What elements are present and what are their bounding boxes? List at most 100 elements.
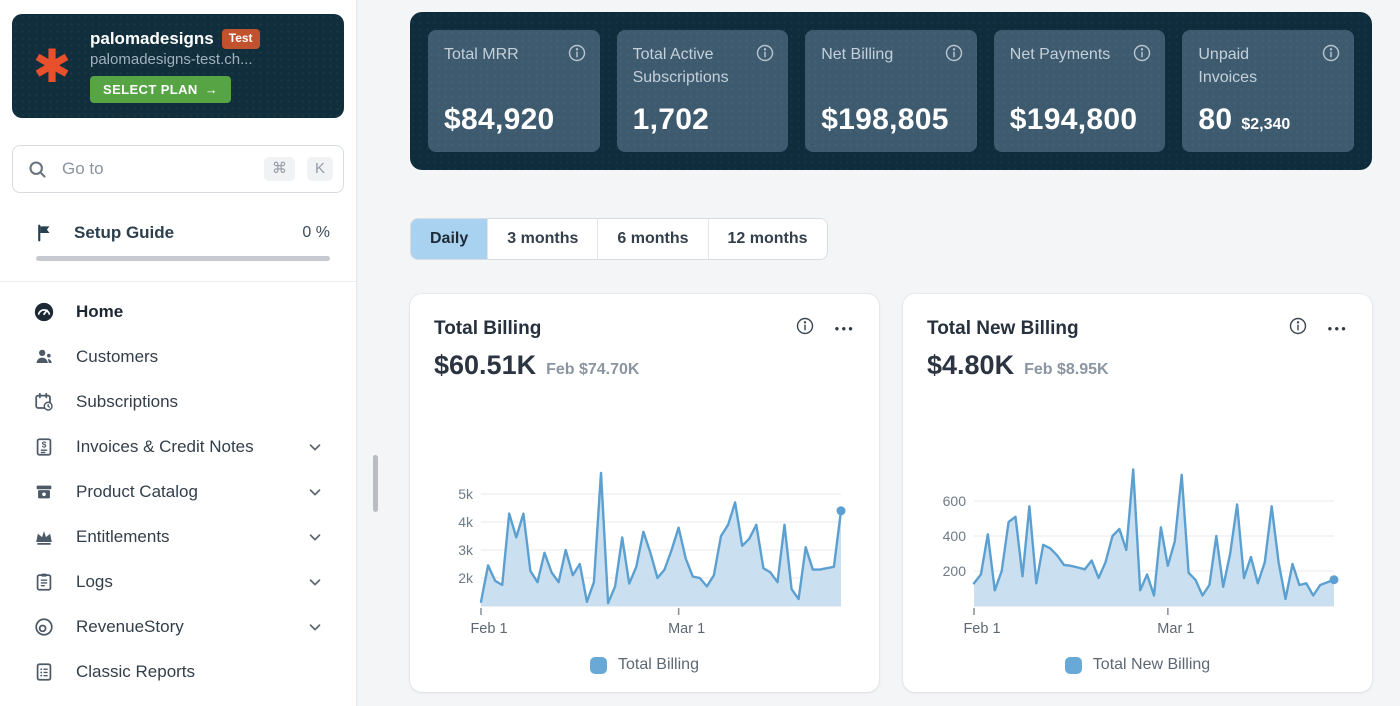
tab-daily[interactable]: Daily [411, 219, 487, 259]
svg-text:5k: 5k [458, 486, 474, 502]
select-plan-label: SELECT PLAN [103, 82, 198, 97]
setup-guide-progress-bar [36, 256, 330, 261]
global-search[interactable]: ⌘ K [12, 145, 344, 193]
stat-value: $84,920 [444, 103, 555, 137]
chart-current-value: $60.51K [434, 350, 536, 381]
stat-value: 80 [1198, 103, 1232, 137]
stat-label: Net Payments [1010, 43, 1150, 66]
chart-area: 2k3k4k5kFeb 1Mar 1 [434, 454, 855, 644]
sidebar-item-label: Classic Reports [76, 662, 195, 682]
chevron-down-icon [306, 573, 324, 591]
chevron-down-icon [306, 483, 324, 501]
tab-3-months[interactable]: 3 months [487, 219, 597, 259]
sidebar-item-home[interactable]: Home [16, 289, 340, 334]
brand-name: palomadesigns [90, 29, 214, 49]
logs-icon [32, 570, 56, 594]
chart-card-title: Total New Billing [927, 318, 1079, 340]
stat-sub-value: $2,340 [1241, 116, 1290, 134]
chart-card-total-billing: Total Billing●●●$60.51KFeb $74.70K2k3k4k… [410, 294, 879, 692]
classic-reports-icon [32, 660, 56, 684]
stat-value: $198,805 [821, 103, 949, 137]
svg-text:Mar 1: Mar 1 [668, 621, 705, 637]
revenuestory-icon [32, 615, 56, 639]
setup-guide-label: Setup Guide [74, 223, 174, 243]
sidebar-item-revenuestory[interactable]: RevenueStory [16, 604, 340, 649]
area-chart: 2k3k4k5kFeb 1Mar 1 [435, 454, 855, 644]
flag-icon [34, 222, 54, 244]
sidebar-item-label: Home [76, 302, 123, 322]
sidebar-item-label: Logs [76, 572, 113, 592]
entitlements-icon [32, 525, 56, 549]
info-icon[interactable] [567, 43, 587, 68]
chart-cards-row: Total Billing●●●$60.51KFeb $74.70K2k3k4k… [410, 294, 1372, 692]
setup-guide-progress-text: 0 % [302, 224, 330, 242]
svg-text:3k: 3k [458, 542, 474, 558]
more-options-icon[interactable]: ●●● [1328, 324, 1349, 333]
main-content: Total MRR$84,920Total Active Subscriptio… [357, 0, 1400, 706]
chevron-down-icon [306, 528, 324, 546]
info-icon[interactable] [1321, 43, 1341, 68]
product-catalog-icon [32, 480, 56, 504]
select-plan-button[interactable]: SELECT PLAN → [90, 76, 231, 103]
sidebar-item-label: Customers [76, 347, 158, 367]
scrollbar-thumb[interactable] [373, 455, 378, 512]
invoices-icon: $ [32, 435, 56, 459]
search-input[interactable] [60, 158, 252, 180]
brand-card[interactable]: ✱ palomadesigns Test palomadesigns-test.… [12, 14, 344, 118]
info-icon[interactable] [1132, 43, 1152, 68]
more-options-icon[interactable]: ●●● [835, 324, 856, 333]
sidebar-item-entitlements[interactable]: Entitlements [16, 514, 340, 559]
subscriptions-icon [32, 390, 56, 414]
chart-card-title: Total Billing [434, 318, 541, 340]
sidebar-item-classic-reports[interactable]: Classic Reports [16, 649, 340, 694]
sidebar-item-label: Product Catalog [76, 482, 198, 502]
stats-panel: Total MRR$84,920Total Active Subscriptio… [410, 12, 1372, 170]
chart-current-value: $4.80K [927, 350, 1014, 381]
chart-card-total-new-billing: Total New Billing●●●$4.80KFeb $8.95K2004… [903, 294, 1372, 692]
sidebar-item-label: Subscriptions [76, 392, 178, 412]
stat-label: Net Billing [821, 43, 961, 66]
brand-logo-icon: ✱ [26, 43, 78, 89]
stat-card-total-mrr: Total MRR $84,920 [428, 30, 600, 152]
sidebar-item-product-catalog[interactable]: Product Catalog [16, 469, 340, 514]
customers-icon [32, 345, 56, 369]
stat-label: Total MRR [444, 43, 584, 66]
chart-area: 200400600Feb 1Mar 1 [927, 454, 1348, 644]
sidebar-item-label: RevenueStory [76, 617, 184, 637]
search-icon [27, 159, 48, 180]
svg-text:Mar 1: Mar 1 [1157, 621, 1194, 637]
sidebar-item-label: Entitlements [76, 527, 170, 547]
arrow-right-icon: → [205, 82, 218, 97]
sidebar-item-invoices-credit-notes[interactable]: $ Invoices & Credit Notes [16, 424, 340, 469]
info-icon[interactable] [795, 316, 815, 341]
svg-text:200: 200 [942, 563, 966, 579]
stat-label: Unpaid Invoices [1198, 43, 1338, 89]
setup-guide[interactable]: Setup Guide 0 % [12, 222, 344, 244]
k-key-badge: K [307, 157, 333, 181]
svg-text:Feb 1: Feb 1 [963, 621, 1000, 637]
svg-text:600: 600 [942, 493, 966, 509]
sidebar-item-subscriptions[interactable]: Subscriptions [16, 379, 340, 424]
period-tabs: Daily3 months6 months12 months [410, 218, 828, 260]
cmd-key-badge: ⌘ [264, 157, 295, 181]
svg-text:Feb 1: Feb 1 [470, 621, 507, 637]
chart-compare-value: Feb $8.95K [1024, 361, 1108, 379]
stat-card-net-billing: Net Billing $198,805 [805, 30, 977, 152]
area-chart: 200400600Feb 1Mar 1 [928, 454, 1348, 644]
home-speedometer-icon [32, 300, 56, 324]
tab-12-months[interactable]: 12 months [708, 219, 827, 259]
tab-6-months[interactable]: 6 months [597, 219, 707, 259]
info-icon[interactable] [755, 43, 775, 68]
info-icon[interactable] [1288, 316, 1308, 341]
chart-legend: Total New Billing [927, 656, 1348, 674]
info-icon[interactable] [944, 43, 964, 68]
chevron-down-icon [306, 618, 324, 636]
svg-text:4k: 4k [458, 514, 474, 530]
sidebar-item-logs[interactable]: Logs [16, 559, 340, 604]
legend-label: Total New Billing [1093, 656, 1210, 674]
sidebar-item-label: Invoices & Credit Notes [76, 437, 254, 457]
stat-card-unpaid-invoices: Unpaid Invoices 80 $2,340 [1182, 30, 1354, 152]
legend-swatch-icon [590, 657, 607, 674]
sidebar-item-customers[interactable]: Customers [16, 334, 340, 379]
svg-text:$: $ [42, 440, 47, 449]
